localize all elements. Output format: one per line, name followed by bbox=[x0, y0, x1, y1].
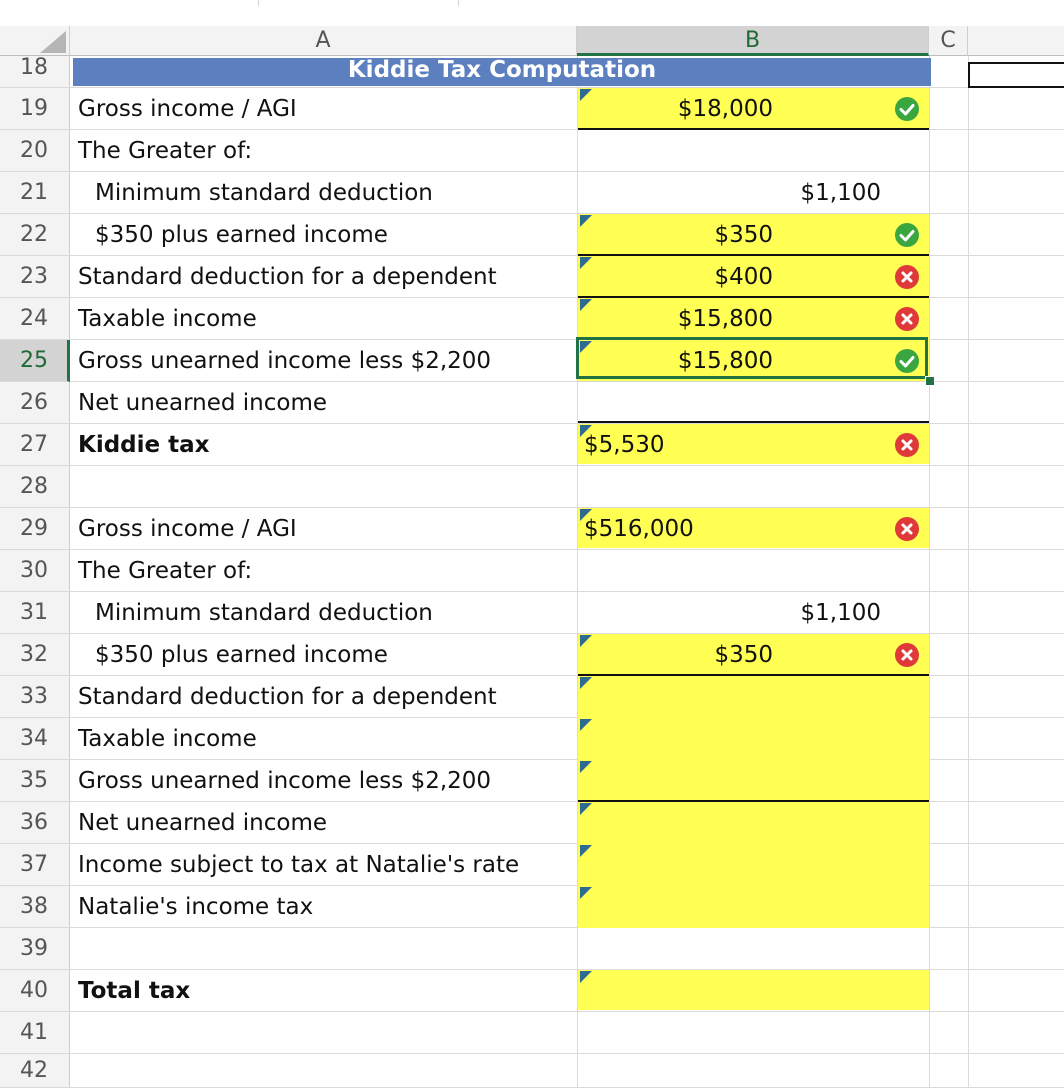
row-label: Taxable income bbox=[78, 306, 257, 332]
row-label: Natalie's income tax bbox=[78, 894, 314, 920]
row-label: Net unearned income bbox=[78, 390, 328, 416]
input-cell-b37[interactable] bbox=[578, 844, 929, 886]
input-cell-b35[interactable] bbox=[578, 760, 929, 800]
row-label: Gross income / AGI bbox=[78, 516, 297, 542]
comment-indicator bbox=[580, 887, 592, 899]
row-header-30[interactable]: 30 bbox=[0, 550, 70, 592]
row-header-28[interactable]: 28 bbox=[0, 466, 70, 508]
comment-indicator bbox=[580, 215, 592, 227]
error-x-icon bbox=[895, 265, 919, 289]
row-label: Minimum standard deduction bbox=[95, 600, 433, 626]
row-39 bbox=[70, 928, 1064, 970]
row-label: Net unearned income bbox=[78, 810, 328, 836]
error-x-icon bbox=[895, 433, 919, 457]
row-header-39[interactable]: 39 bbox=[0, 928, 70, 970]
row-28 bbox=[70, 466, 1064, 508]
row-header-26[interactable]: 26 bbox=[0, 382, 70, 424]
comment-indicator bbox=[580, 677, 592, 689]
row-header-20[interactable]: 20 bbox=[0, 130, 70, 172]
cell-value-b29[interactable]: $516,000 bbox=[584, 508, 694, 550]
row-header-32[interactable]: 32 bbox=[0, 634, 70, 676]
row-label: Standard deduction for a dependent bbox=[78, 684, 497, 710]
cell-value-b22[interactable]: $350 bbox=[714, 214, 773, 256]
comment-indicator bbox=[580, 635, 592, 647]
row-header-29[interactable]: 29 bbox=[0, 508, 70, 550]
row-label: Total tax bbox=[78, 978, 191, 1004]
column-header-c[interactable]: C bbox=[929, 26, 968, 56]
row-label: The Greater of: bbox=[78, 138, 253, 164]
fill-handle[interactable] bbox=[925, 376, 935, 386]
row-label: Gross unearned income less $2,200 bbox=[78, 768, 492, 794]
cell-value-b23[interactable]: $400 bbox=[714, 256, 773, 298]
row-header-36[interactable]: 36 bbox=[0, 802, 70, 844]
row-header-25[interactable]: 25 bbox=[0, 340, 70, 382]
selected-cell-b25[interactable] bbox=[576, 337, 928, 379]
input-cell-b33[interactable] bbox=[578, 676, 929, 718]
column-header-d[interactable]: D bbox=[968, 26, 1064, 56]
row-label: Income subject to tax at Natalie's rate bbox=[78, 852, 520, 878]
row-header-33[interactable]: 33 bbox=[0, 676, 70, 718]
cell-value-b21[interactable]: $1,100 bbox=[801, 172, 881, 214]
row-header-22[interactable]: 22 bbox=[0, 214, 70, 256]
row-header-21[interactable]: 21 bbox=[0, 172, 70, 214]
row-header-27[interactable]: 27 bbox=[0, 424, 70, 466]
error-x-icon bbox=[895, 517, 919, 541]
row-42 bbox=[70, 1054, 1064, 1088]
cell-d18-border bbox=[968, 62, 1064, 88]
select-all-corner[interactable] bbox=[0, 26, 70, 56]
column-header-a[interactable]: A bbox=[70, 26, 577, 56]
comment-indicator bbox=[580, 89, 592, 101]
row-header-37[interactable]: 37 bbox=[0, 844, 70, 886]
row-header-24[interactable]: 24 bbox=[0, 298, 70, 340]
input-cell-b40[interactable] bbox=[578, 970, 929, 1010]
row-header-19[interactable]: 19 bbox=[0, 88, 70, 130]
check-icon bbox=[895, 97, 919, 121]
input-cell-b38[interactable] bbox=[578, 886, 929, 928]
row-label: Standard deduction for a dependent bbox=[78, 264, 497, 290]
cell-value-b31[interactable]: $1,100 bbox=[801, 592, 881, 634]
row-label: Gross unearned income less $2,200 bbox=[78, 348, 492, 374]
row-41 bbox=[70, 1012, 1064, 1054]
comment-indicator bbox=[580, 719, 592, 731]
row-header-38[interactable]: 38 bbox=[0, 886, 70, 928]
comment-indicator bbox=[580, 761, 592, 773]
row-header-31[interactable]: 31 bbox=[0, 592, 70, 634]
row-label: Minimum standard deduction bbox=[95, 180, 433, 206]
error-x-icon bbox=[895, 643, 919, 667]
row-header-18[interactable]: 18 bbox=[0, 56, 70, 88]
spreadsheet-grid: A B C D 1819 Gross income / AGI $18,000 20 T… bbox=[0, 0, 1064, 1088]
input-cell-b34[interactable] bbox=[578, 718, 929, 760]
comment-indicator bbox=[580, 257, 592, 269]
row-label: Gross income / AGI bbox=[78, 96, 297, 122]
cell-value-b19[interactable]: $18,000 bbox=[678, 88, 773, 130]
formula-bar-strip bbox=[0, 0, 1064, 26]
comment-indicator bbox=[580, 971, 592, 983]
row-header-23[interactable]: 23 bbox=[0, 256, 70, 298]
comment-indicator bbox=[580, 803, 592, 815]
row-header-40[interactable]: 40 bbox=[0, 970, 70, 1012]
row-label: Kiddie tax bbox=[78, 432, 210, 458]
row-label: $350 plus earned income bbox=[95, 642, 388, 668]
cell-border-bottom bbox=[578, 421, 929, 423]
row-header-42[interactable]: 42 bbox=[0, 1054, 70, 1088]
comment-indicator bbox=[580, 299, 592, 311]
row-label: The Greater of: bbox=[78, 558, 253, 584]
row-label: $350 plus earned income bbox=[95, 222, 388, 248]
row-label: Taxable income bbox=[78, 726, 257, 752]
cell-value-b24[interactable]: $15,800 bbox=[678, 298, 773, 340]
column-header-b[interactable]: B bbox=[577, 26, 929, 56]
row-header-41[interactable]: 41 bbox=[0, 1012, 70, 1054]
row-header-35[interactable]: 35 bbox=[0, 760, 70, 802]
error-x-icon bbox=[895, 307, 919, 331]
input-cell-b36[interactable] bbox=[578, 802, 929, 844]
cell-value-b32[interactable]: $350 bbox=[714, 634, 773, 676]
section-title: Kiddie Tax Computation bbox=[347, 57, 657, 83]
cell-value-b27[interactable]: $5,530 bbox=[584, 424, 664, 466]
comment-indicator bbox=[580, 845, 592, 857]
row-header-34[interactable]: 34 bbox=[0, 718, 70, 760]
check-icon bbox=[895, 223, 919, 247]
